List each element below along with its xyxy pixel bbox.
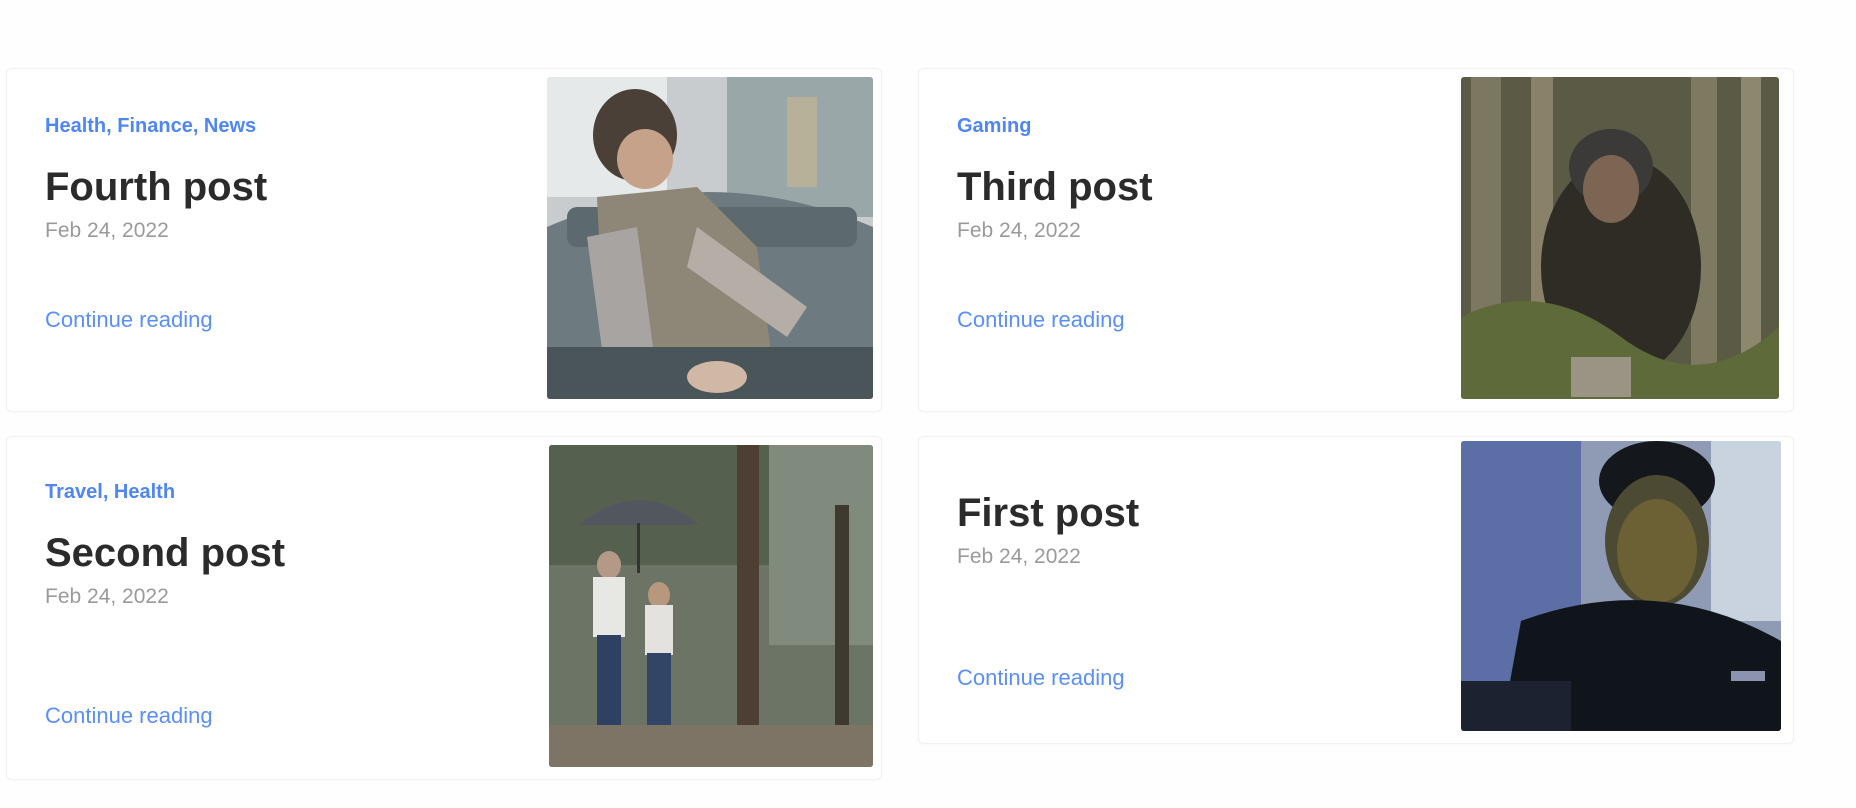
post-card-body: First post Feb 24, 2022 Continue reading [949, 437, 1409, 743]
continue-reading-link[interactable]: Continue reading [45, 307, 213, 333]
post-title[interactable]: Fourth post [45, 165, 267, 210]
post-category[interactable]: Health, Finance, News [45, 115, 256, 138]
post-card-second[interactable]: Travel, Health Second post Feb 24, 2022 … [6, 436, 882, 780]
post-date: Feb 24, 2022 [957, 545, 1081, 568]
post-card-third[interactable]: Gaming Third post Feb 24, 2022 Continue … [918, 68, 1794, 412]
post-thumbnail[interactable] [547, 77, 873, 399]
post-card-body: Travel, Health Second post Feb 24, 2022 … [37, 437, 497, 779]
continue-reading-link[interactable]: Continue reading [957, 665, 1125, 691]
post-category[interactable]: Gaming [957, 115, 1031, 138]
man-portrait-image [1461, 441, 1781, 731]
post-thumbnail[interactable] [549, 445, 873, 767]
post-date: Feb 24, 2022 [957, 219, 1081, 242]
post-title[interactable]: First post [957, 491, 1139, 536]
post-card-body: Gaming Third post Feb 24, 2022 Continue … [949, 69, 1409, 411]
post-title[interactable]: Second post [45, 531, 285, 576]
person-among-trees-image [1461, 77, 1779, 399]
post-card-fourth[interactable]: Health, Finance, News Fourth post Feb 24… [6, 68, 882, 412]
post-date: Feb 24, 2022 [45, 585, 169, 608]
continue-reading-link[interactable]: Continue reading [45, 703, 213, 729]
post-category[interactable]: Travel, Health [45, 481, 175, 504]
post-date: Feb 24, 2022 [45, 219, 169, 242]
post-thumbnail[interactable] [1461, 441, 1781, 731]
people-with-umbrella-image [549, 445, 873, 767]
blog-post-grid: Health, Finance, News Fourth post Feb 24… [0, 0, 1856, 808]
post-card-body: Health, Finance, News Fourth post Feb 24… [37, 69, 497, 411]
post-title[interactable]: Third post [957, 165, 1153, 210]
continue-reading-link[interactable]: Continue reading [957, 307, 1125, 333]
man-leaning-on-car-image [547, 77, 873, 399]
post-thumbnail[interactable] [1461, 77, 1779, 399]
post-card-first[interactable]: First post Feb 24, 2022 Continue reading [918, 436, 1794, 744]
